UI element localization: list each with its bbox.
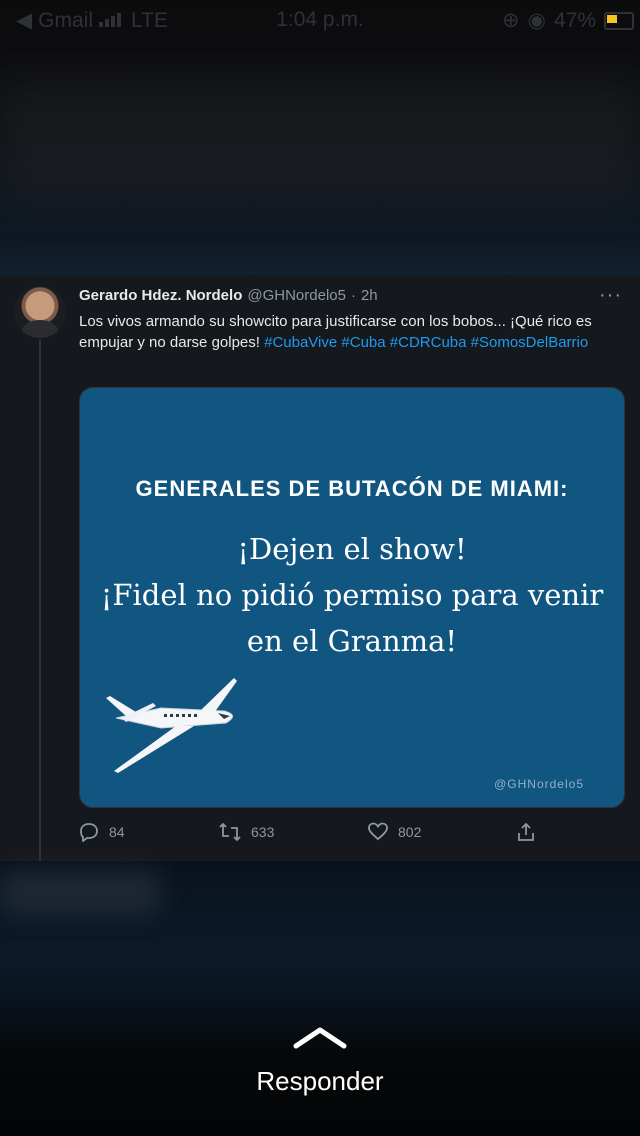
retweet-count: 633	[251, 824, 275, 840]
share-button[interactable]	[516, 822, 536, 842]
tweet-time[interactable]: 2h	[361, 287, 378, 304]
author-handle[interactable]: @GHNordelo5	[247, 287, 346, 304]
battery-icon	[604, 11, 634, 30]
image-watermark: @GHNordelo5	[494, 777, 584, 791]
image-heading: GENERALES DE BUTACÓN DE MIAMI:	[135, 476, 569, 501]
tweet-image[interactable]: GENERALES DE BUTACÓN DE MIAMI: ¡Dejen el…	[79, 387, 625, 808]
alarm-icon: ◉	[527, 9, 546, 32]
author-name[interactable]: Gerardo Hdez. Nordelo	[79, 287, 242, 304]
image-body: ¡Dejen el show! ¡Fidel no pidió permiso …	[80, 526, 624, 664]
airplane-icon	[106, 678, 241, 778]
hashtag-cubavive[interactable]: #CubaVive	[264, 334, 337, 351]
status-right: ⊕ ◉ 47%	[502, 8, 634, 33]
blurred-background-top	[0, 42, 640, 275]
chevron-up-icon[interactable]	[292, 1026, 348, 1055]
avatar[interactable]	[14, 286, 66, 338]
hashtag-cuba[interactable]: #Cuba	[341, 334, 385, 351]
thread-line	[39, 340, 41, 861]
image-line-1: ¡Dejen el show!	[237, 532, 467, 566]
like-count: 802	[398, 824, 422, 840]
tweet-actions: 84 633 802	[79, 820, 624, 844]
orientation-lock-icon: ⊕	[502, 9, 520, 32]
image-line-2: ¡Fidel no pidió permiso para venir	[100, 578, 604, 612]
battery-percent: 47%	[553, 8, 596, 32]
heart-icon	[368, 822, 388, 841]
reply-button[interactable]: 84	[79, 822, 125, 842]
more-options-icon[interactable]: ···	[599, 284, 622, 307]
reply-icon	[80, 823, 98, 842]
retweet-button[interactable]: 633	[219, 822, 274, 842]
separator-dot: ·	[350, 287, 356, 304]
share-icon	[518, 822, 534, 841]
status-bar: ◀ Gmail LTE 1:04 p.m. ⊕ ◉ 47%	[0, 0, 640, 42]
tweet-text: Los vivos armando su showcito para justi…	[79, 311, 624, 353]
retweet-icon	[219, 822, 241, 842]
hashtag-somosdelbarrio[interactable]: #SomosDelBarrio	[471, 334, 589, 351]
tweet-header: Gerardo Hdez. Nordelo @GHNordelo5 · 2h	[79, 287, 378, 304]
hashtag-cdrcuba[interactable]: #CDRCuba	[390, 334, 467, 351]
tweet-card[interactable]: Gerardo Hdez. Nordelo @GHNordelo5 · 2h ·…	[0, 275, 640, 861]
responder-button[interactable]: Responder	[0, 1066, 640, 1097]
image-line-3: en el Granma!	[246, 624, 458, 658]
reply-count: 84	[109, 824, 125, 840]
like-button[interactable]: 802	[368, 822, 421, 842]
